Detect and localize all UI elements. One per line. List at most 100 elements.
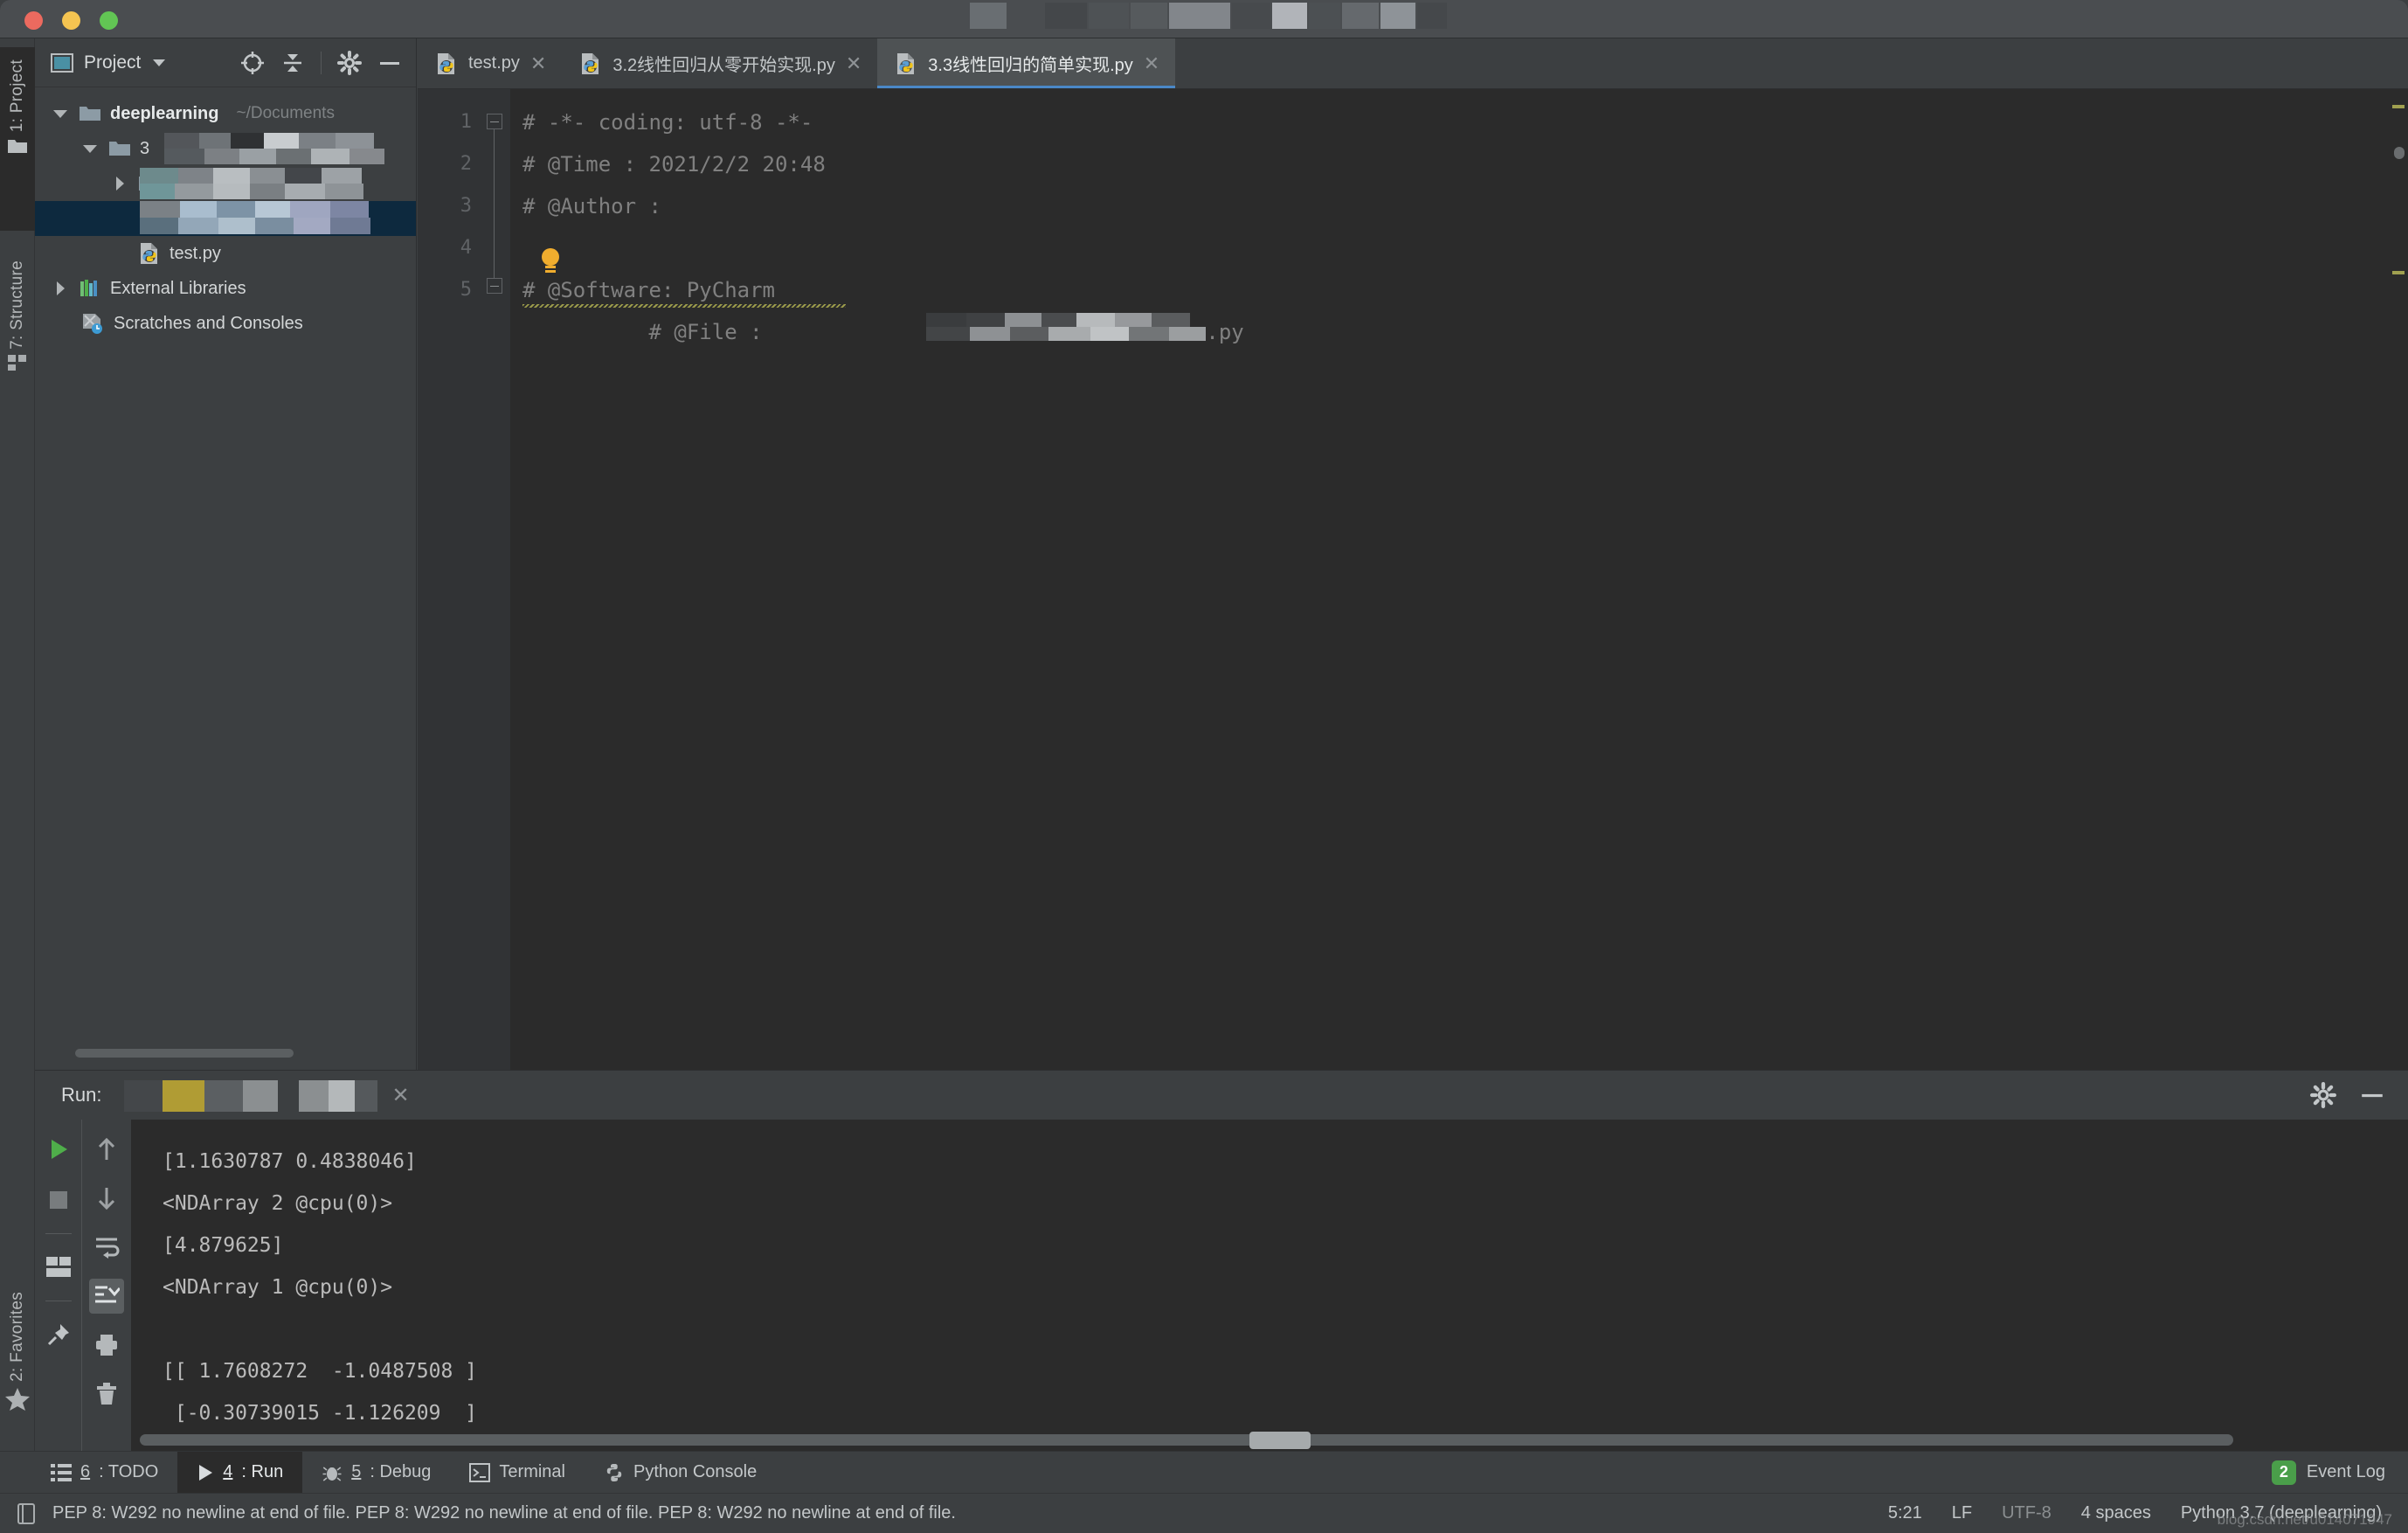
- tree-item-label: External Libraries: [110, 278, 246, 298]
- bottom-item-label: : TODO: [99, 1462, 159, 1481]
- line-number: 2: [460, 153, 472, 175]
- tree-item-label-redacted: [140, 168, 402, 199]
- editor-vertical-scrollbar[interactable]: [2394, 147, 2405, 159]
- line-number: 5: [460, 279, 472, 301]
- libraries-icon: [79, 278, 101, 299]
- run-tab-name-redacted[interactable]: [124, 1080, 378, 1112]
- line-separator[interactable]: LF: [1952, 1503, 1972, 1523]
- bottom-item-number: 4: [223, 1462, 233, 1481]
- event-log-label[interactable]: Event Log: [2307, 1462, 2385, 1482]
- locate-file-button[interactable]: [240, 51, 265, 75]
- bottom-item-todo[interactable]: 6 : TODO: [0, 1452, 177, 1494]
- scroll-to-end-button[interactable]: [89, 1279, 124, 1314]
- close-icon[interactable]: ✕: [1144, 53, 1159, 73]
- tab-linear-regression-concise[interactable]: 3.3线性回归的简单实现.py ✕: [877, 38, 1176, 88]
- sidebar-item-structure[interactable]: 7: Structure: [0, 248, 35, 467]
- gear-icon[interactable]: [2310, 1082, 2336, 1108]
- code-line-3: # @Author :: [522, 194, 675, 219]
- scratches-icon: [80, 312, 105, 335]
- folder-icon: [79, 104, 101, 123]
- code-text[interactable]: # -*- coding: utf-8 -*- # @Time : 2021/2…: [510, 89, 2408, 1070]
- tree-item-deeplearning[interactable]: deeplearning ~/Documents: [35, 96, 416, 131]
- collapse-arrow-icon[interactable]: [51, 281, 70, 295]
- close-icon[interactable]: ✕: [530, 53, 546, 73]
- window-title-redacted: [970, 1, 1459, 32]
- fold-region-end-icon[interactable]: [487, 278, 502, 294]
- bottom-item-run[interactable]: 4 : Run: [177, 1451, 303, 1494]
- python-icon: [604, 1462, 625, 1483]
- fold-region-start-icon[interactable]: [487, 114, 502, 129]
- chevron-down-icon[interactable]: [153, 59, 166, 66]
- zoom-window-button[interactable]: [100, 11, 118, 30]
- bottom-item-label: : Debug: [370, 1462, 432, 1481]
- tree-item-subfolder[interactable]: [35, 166, 416, 201]
- tree-item-path: ~/Documents: [236, 104, 335, 122]
- python-file-icon: [579, 52, 602, 75]
- watermark-text: blog.csdn.net/u014071947: [2217, 1511, 2392, 1528]
- tab-linear-regression-scratch[interactable]: 3.2线性回归从零开始实现.py ✕: [562, 38, 877, 88]
- tab-label: 3.3线性回归的简单实现.py: [928, 56, 1133, 75]
- run-panel-actions: [2310, 1082, 2408, 1108]
- gear-icon[interactable]: [337, 50, 362, 75]
- minimize-icon[interactable]: [2359, 1082, 2385, 1108]
- layout-button[interactable]: [41, 1250, 76, 1285]
- bottom-item-python-console[interactable]: Python Console: [585, 1452, 776, 1494]
- status-bar: PEP 8: W292 no newline at end of file. P…: [0, 1493, 2408, 1533]
- bottom-item-number: 6: [80, 1462, 91, 1481]
- tab-test-py[interactable]: test.py ✕: [418, 38, 562, 88]
- collapse-arrow-icon[interactable]: [110, 177, 129, 191]
- project-panel-horizontal-scrollbar[interactable]: [75, 1049, 294, 1058]
- trash-button[interactable]: [89, 1377, 124, 1412]
- fold-region-line: [494, 129, 495, 278]
- rerun-button[interactable]: [41, 1132, 76, 1167]
- caret-position[interactable]: 5:21: [1888, 1503, 1922, 1523]
- print-button[interactable]: [89, 1328, 124, 1363]
- console-output[interactable]: [1.1630787 0.4838046] <NDArray 2 @cpu(0)…: [131, 1120, 2408, 1454]
- close-icon[interactable]: ✕: [391, 1083, 409, 1108]
- console-line: [-0.30739015 -1.126209 ]: [163, 1402, 478, 1425]
- run-tool-window: Run: ✕ [1.1630787 0.4838046] <NDArray 2 …: [35, 1070, 2408, 1454]
- run-panel-label: Run:: [61, 1084, 102, 1106]
- bottom-item-label: : Run: [241, 1462, 284, 1481]
- bottom-item-debug[interactable]: 5: Debug: [302, 1452, 450, 1494]
- tree-item-test-py[interactable]: test.py: [35, 236, 416, 271]
- editor-area: test.py ✕ 3.2线性回归从零开始实现.py ✕ 3.3线性回归的简单实…: [418, 38, 2408, 1070]
- console-line: <NDArray 2 @cpu(0)>: [163, 1192, 393, 1215]
- tree-item-label: 3: [140, 138, 150, 158]
- column-divider: [45, 1233, 72, 1234]
- code-line-5: # @Software: PyCharm: [510, 269, 2408, 311]
- close-window-button[interactable]: [24, 11, 43, 30]
- bottom-item-terminal[interactable]: Terminal: [450, 1452, 585, 1494]
- code-editor[interactable]: 1 2 3 4 5 # -*- coding: utf-8 -*- # @Tim…: [418, 89, 2408, 1070]
- expand-arrow-icon[interactable]: [51, 109, 70, 118]
- hide-panel-button[interactable]: [377, 51, 402, 75]
- terminal-icon: [469, 1462, 491, 1482]
- up-arrow-button[interactable]: [89, 1132, 124, 1167]
- console-horizontal-scrollbar[interactable]: [140, 1434, 2233, 1446]
- structure-icon: [8, 354, 27, 371]
- pin-button[interactable]: [41, 1317, 76, 1352]
- debug-icon: [322, 1462, 343, 1483]
- sidebar-item-project[interactable]: 1: Project: [0, 47, 35, 231]
- tree-item-external-libraries[interactable]: External Libraries: [35, 271, 416, 306]
- stop-button[interactable]: [41, 1183, 76, 1217]
- soft-wrap-button[interactable]: [89, 1230, 124, 1265]
- tree-item-chapter-folder[interactable]: 3: [35, 131, 416, 166]
- down-arrow-button[interactable]: [89, 1181, 124, 1216]
- minimize-window-button[interactable]: [62, 11, 80, 30]
- run-icon: [197, 1463, 214, 1482]
- code-line-4: # @File : .py: [510, 227, 2408, 344]
- tree-item-label-redacted: [164, 133, 418, 164]
- indent-setting[interactable]: 4 spaces: [2081, 1503, 2151, 1523]
- expand-arrow-icon[interactable]: [80, 144, 100, 153]
- tree-item-selected-file[interactable]: [35, 201, 416, 236]
- lightbulb-icon[interactable]: [542, 248, 559, 268]
- console-scrollbar-thumb[interactable]: [1249, 1432, 1311, 1449]
- close-icon[interactable]: ✕: [846, 53, 861, 73]
- project-tool-window: Project deeplearning ~/Documents 3 test.…: [35, 38, 417, 1070]
- code-folding-gutter[interactable]: [481, 89, 510, 1070]
- tree-item-scratches[interactable]: Scratches and Consoles: [35, 306, 416, 341]
- run-output-actions-column: [82, 1120, 131, 1454]
- collapse-all-button[interactable]: [280, 51, 305, 75]
- file-encoding[interactable]: UTF-8: [2002, 1503, 2052, 1523]
